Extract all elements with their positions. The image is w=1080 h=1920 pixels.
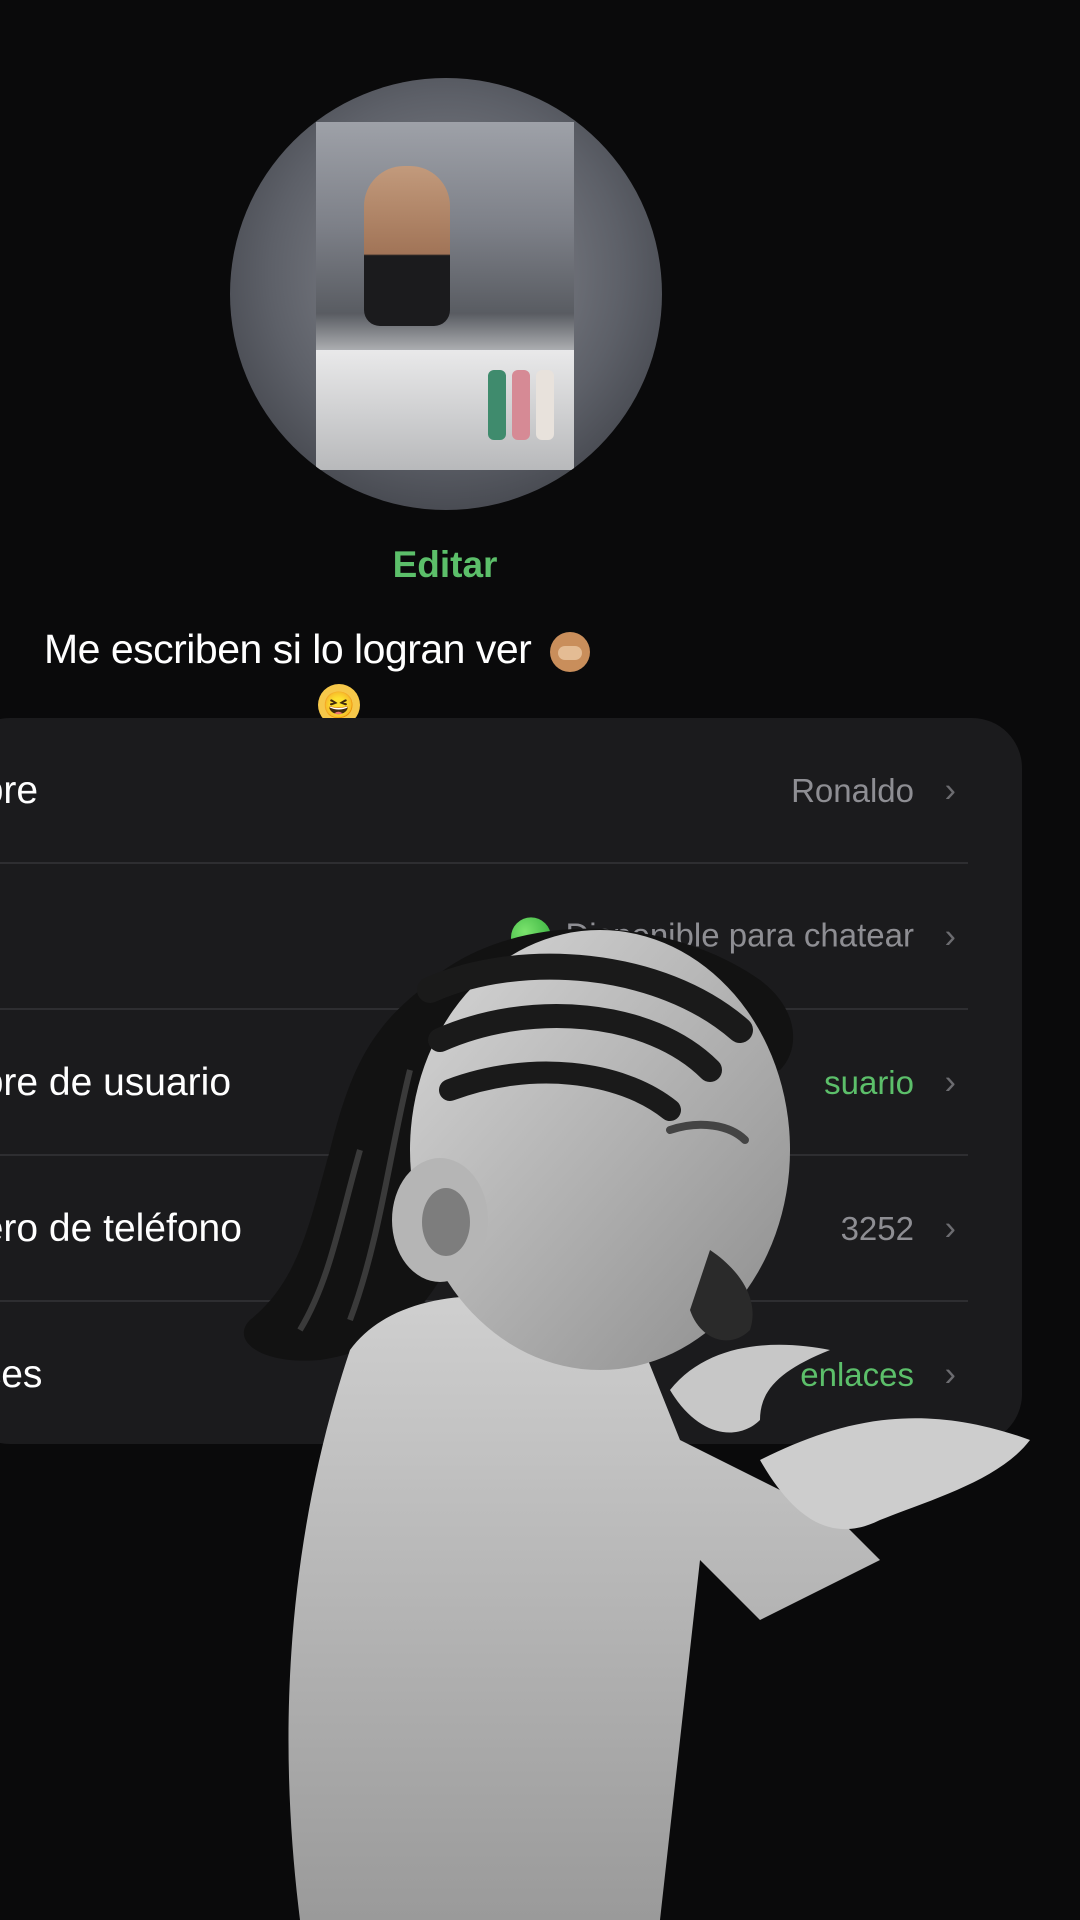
see-no-evil-monkey-icon: [550, 632, 591, 673]
bottle: [512, 370, 530, 440]
caption-text-line: Me escriben si lo logran ver: [44, 626, 684, 673]
edit-photo-link[interactable]: Editar: [0, 544, 890, 586]
row-value: Ronaldo: [791, 772, 914, 809]
settings-row-name[interactable]: nbre Ronaldo ›: [0, 718, 1022, 864]
avatar-photo: [316, 122, 574, 470]
row-label: nero de teléfono: [0, 1207, 242, 1250]
profile-avatar[interactable]: [230, 78, 662, 510]
chevron-right-icon: ›: [944, 771, 956, 810]
bottle: [536, 370, 554, 440]
person-figure: [364, 166, 450, 326]
caption-text: Me escriben si lo logran ver: [44, 626, 532, 672]
crying-baby-sticker: [243, 928, 1030, 1920]
row-label: nbre: [0, 769, 39, 812]
bottle: [488, 370, 506, 440]
row-label: nbre de usuario: [0, 1061, 232, 1104]
row-label: aces: [0, 1353, 43, 1396]
